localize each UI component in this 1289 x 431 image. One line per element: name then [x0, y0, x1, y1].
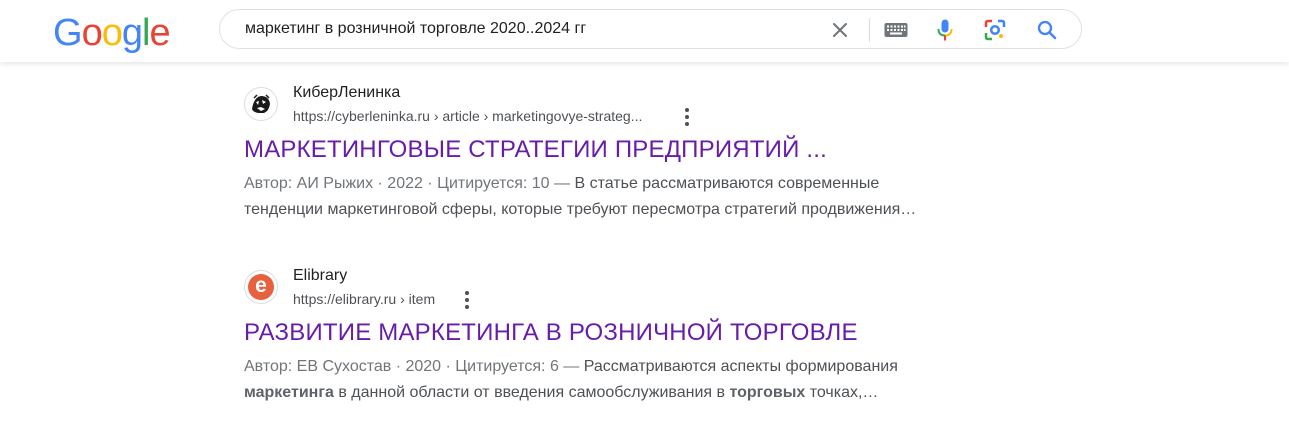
search-box[interactable]: маркетинг в розничной торговле 2020..202… [219, 9, 1082, 49]
result-snippet: Автор: ЕВ Сухостав · 2020 · Цитируется: … [244, 354, 1004, 406]
search-icon[interactable] [1035, 18, 1059, 42]
snippet-highlight: маркетинга [244, 384, 334, 401]
result-site-name[interactable]: КиберЛенинка [293, 84, 400, 102]
search-divider [869, 18, 870, 42]
logo-letter: g [121, 12, 143, 54]
result-meta: Автор: АИ Рыжих · 2022 · Цитируется: 10 … [244, 175, 571, 192]
snippet-text: В статье рассматриваются современные [570, 175, 880, 192]
keyboard-icon[interactable] [884, 18, 908, 42]
result-url[interactable]: https://elibrary.ru › item [293, 291, 435, 307]
snippet-text: в данной области от введения самообслужи… [333, 384, 730, 401]
result-url[interactable]: https://cyberleninka.ru › article › mark… [293, 108, 642, 124]
result-meta: Автор: ЕВ Сухостав · 2020 · Цитируется: … [244, 358, 580, 375]
more-options-icon[interactable] [461, 289, 473, 311]
elibrary-favicon-icon: e [244, 270, 278, 304]
result-title-link[interactable]: РАЗВИТИЕ МАРКЕТИНГА В РОЗНИЧНОЙ ТОРГОВЛЕ [244, 319, 858, 347]
lens-icon[interactable] [983, 18, 1007, 42]
result-title-link[interactable]: МАРКЕТИНГОВЫЕ СТРАТЕГИИ ПРЕДПРИЯТИЙ ... [244, 136, 827, 164]
cyberleninka-favicon-icon [244, 87, 278, 121]
google-logo[interactable]: Google [53, 11, 171, 55]
microphone-icon[interactable] [933, 18, 957, 42]
elibrary-logo-letter: e [248, 274, 274, 300]
result-snippet: Автор: АИ Рыжих · 2022 · Цитируется: 10 … [244, 171, 1004, 223]
search-header: Google маркетинг в розничной торговле 20… [0, 0, 1289, 62]
snippet-text: точках,… [805, 384, 879, 401]
logo-letter: G [53, 12, 83, 54]
snippet-text: тенденции маркетинговой сферы, которые т… [244, 201, 917, 218]
snippet-highlight: торговых [729, 384, 806, 401]
search-input[interactable]: маркетинг в розничной торговле 2020..202… [245, 20, 586, 38]
result-site-name[interactable]: Elibrary [293, 267, 347, 285]
logo-letter: o [81, 12, 103, 54]
logo-letter: e [149, 12, 170, 54]
clear-icon[interactable] [828, 18, 852, 42]
logo-letter: o [101, 12, 123, 54]
more-options-icon[interactable] [681, 106, 693, 128]
snippet-text: Рассматриваются аспекты формирования [579, 358, 898, 375]
